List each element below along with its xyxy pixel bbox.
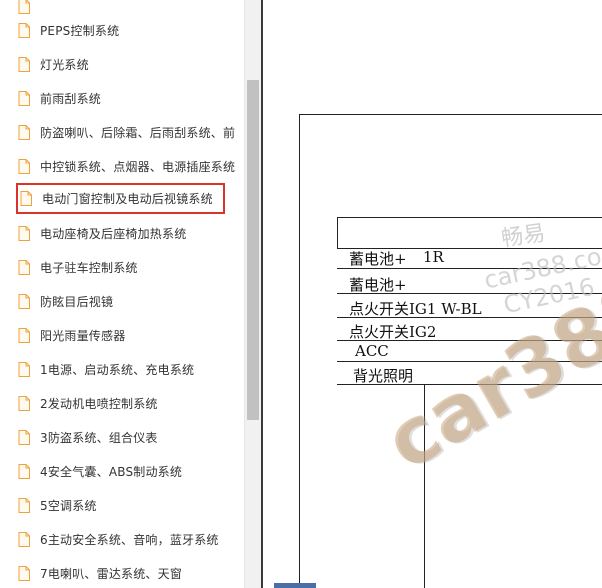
document-icon [18,0,30,14]
diagram-wire-line [337,340,602,341]
file-item-immobilizer-cluster[interactable]: 3防盗系统、组合仪表 [18,424,158,450]
diagram-row-label: 点火开关IG2 [349,323,437,341]
file-item-rain-sensor[interactable]: 阳光雨量传感器 [18,322,125,348]
file-item-label: 3防盗系统、组合仪表 [40,430,158,445]
document-icon [18,225,30,241]
file-item-label: 阳光雨量传感器 [40,328,126,343]
scrollbar-thumb[interactable] [247,80,259,420]
taskbar-indicator [274,583,316,588]
diagram-frame [299,114,602,588]
file-item-anti-glare-mirror[interactable]: 防眩目后视镜 [18,288,113,314]
file-item-label: 防眩目后视镜 [40,294,114,309]
diagram-wire-line [337,384,602,385]
file-item-power-window-selected[interactable]: 电动门窗控制及电动后视镜系统 [16,183,225,214]
diagram-row-label: ACC [355,342,389,360]
file-item-lighting[interactable]: 灯光系统 [18,51,89,77]
file-item-label: 中控锁系统、点烟器、电源插座系统 [40,159,236,174]
document-icon [18,395,30,411]
document-icon [18,124,30,140]
document-icon [18,429,30,445]
sidebar-scrollbar[interactable] [244,0,261,588]
document-icon [18,90,30,106]
diagram-row-label: 蓄电池+ [349,276,407,294]
diagram-wire-line [337,268,602,269]
file-item-active-safety-audio[interactable]: 6主动安全系统、音响，蓝牙系统 [18,526,219,552]
document-icon [18,361,30,377]
diagram-wire-line [337,317,602,318]
file-item-label: PEPS控制系统 [40,23,120,38]
document-icon [18,565,30,581]
file-tree-sidebar: PEPS控制系统 灯光系统 前雨刮系统 防盗喇叭、后除霜、后雨刮系统、前 中控锁… [0,0,244,588]
file-item-label: 前雨刮系统 [40,91,102,106]
diagram-row-code: 1R [423,248,444,266]
file-item-horn-radar-sunroof[interactable]: 7电喇叭、雷达系统、天窗 [18,560,182,586]
file-item-label: 电子驻车控制系统 [40,260,138,275]
document-viewer: 蓄电池+ 1R 蓄电池+ 点火开关IG1 W-BL 点火开关IG2 ACC 背光… [261,0,602,588]
file-item-label: 防盗喇叭、后除霜、后雨刮系统、前 [40,125,236,140]
file-item-label: 电动门窗控制及电动后视镜系统 [42,192,213,206]
document-icon [18,158,30,174]
file-item-front-wiper[interactable]: 前雨刮系统 [18,85,101,111]
file-item-label: 电动座椅及后座椅加热系统 [40,226,187,241]
diagram-row-label: 背光照明 [353,367,414,385]
file-item-engine-efi[interactable]: 2发动机电喷控制系统 [18,390,158,416]
document-icon [18,259,30,275]
document-icon [18,463,30,479]
file-item-label: 7电喇叭、雷达系统、天窗 [40,566,183,581]
diagram-row-label: 蓄电池+ [349,250,407,268]
diagram-wire-line [337,293,602,294]
document-icon [18,531,30,547]
file-item-power-seat[interactable]: 电动座椅及后座椅加热系统 [18,220,186,246]
file-item-epb[interactable]: 电子驻车控制系统 [18,254,138,280]
diagram-wire-line [337,361,602,362]
file-item-peps[interactable]: PEPS控制系统 [18,17,119,43]
diagram-vertical-wire [424,384,425,588]
document-icon [18,56,30,72]
file-item-power-start-charge[interactable]: 1电源、启动系统、充电系统 [18,356,194,382]
file-item-label: 4安全气囊、ABS制动系统 [40,464,183,479]
file-item-label: 1电源、启动系统、充电系统 [40,362,195,377]
file-item-central-lock[interactable]: 中控锁系统、点烟器、电源插座系统 [18,153,235,179]
file-item-alarm-horn[interactable]: 防盗喇叭、后除霜、后雨刮系统、前 [18,119,235,145]
diagram-row-label: 点火开关IG1 W-BL [349,300,482,318]
document-icon [20,191,32,206]
file-item-air-conditioning[interactable]: 5空调系统 [18,492,97,518]
document-icon [18,327,30,343]
file-item-airbag-abs[interactable]: 4安全气囊、ABS制动系统 [18,458,182,484]
file-item-label: 6主动安全系统、音响，蓝牙系统 [40,532,219,547]
document-icon [18,22,30,38]
document-icon [18,293,30,309]
file-item-label: 灯光系统 [40,57,89,72]
document-icon [18,497,30,513]
file-item-label: 2发动机电喷控制系统 [40,396,158,411]
diagram-header-box [337,217,602,249]
file-item-label: 5空调系统 [40,498,97,513]
